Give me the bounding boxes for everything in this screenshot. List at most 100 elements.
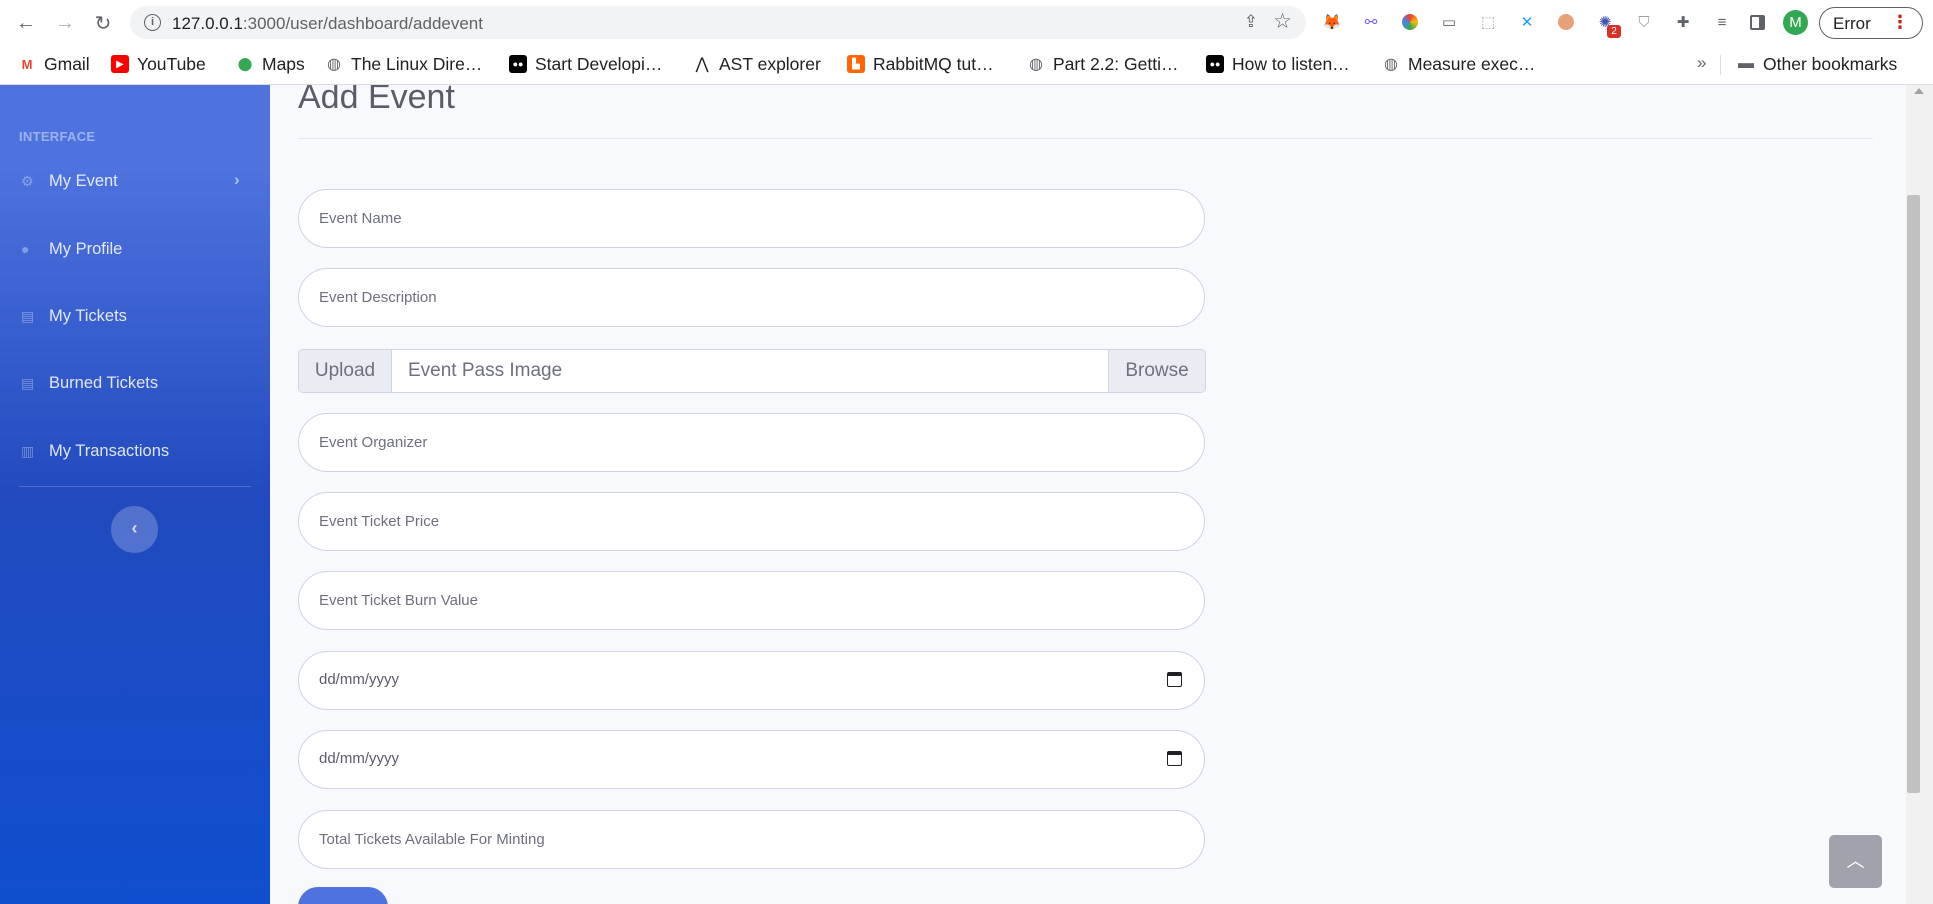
other-bookmarks-label: Other bookmarks (1763, 53, 1898, 74)
error-label: Error (1833, 14, 1871, 33)
bookmarks-bar: M Gmail ▶ YouTube ⬤ Maps ◍ The Linux Dire… ●… (0, 45, 1933, 85)
event-description-input[interactable] (300, 270, 1160, 325)
scroll-up-arrow-icon[interactable] (1914, 88, 1924, 94)
event-ticket-price-input[interactable] (300, 494, 1160, 549)
metamask-icon[interactable]: 🦊 (1321, 11, 1343, 33)
browse-button[interactable]: Browse (1108, 350, 1205, 392)
main-content: Add Event Upload Event Pass Image Browse… (270, 85, 1906, 904)
sidebar-item-burned-tickets[interactable]: ▤ Burned Tickets (0, 364, 270, 404)
bookmark-youtube[interactable]: ▶ YouTube (111, 52, 206, 76)
file-name-label[interactable]: Event Pass Image (408, 360, 562, 382)
bookmark-label: AST explorer (719, 53, 821, 74)
bookmark-label: Gmail (44, 53, 90, 74)
gmail-icon: M (21, 56, 33, 72)
other-bookmarks[interactable]: ▬ Other bookmarks (1737, 52, 1897, 76)
forward-icon[interactable]: → (51, 9, 79, 37)
page-viewport: INTERFACE ⚙ My Event › ● My Profile ▤ My… (0, 85, 1933, 904)
reload-icon[interactable]: ↻ (89, 9, 117, 37)
laptop-icon[interactable]: ▭ (1438, 11, 1460, 33)
bookmark-label: RabbitMQ tut… (873, 53, 994, 74)
bookmark-maps[interactable]: ⬤ Maps (236, 52, 305, 76)
sidebar-item-my-transactions[interactable]: ▥ My Transactions (0, 432, 270, 472)
back-icon[interactable]: ← (12, 9, 40, 37)
title-divider (298, 138, 1873, 139)
scroll-to-top-button[interactable]: ︿ (1829, 835, 1882, 888)
medium-icon: ●● (1206, 55, 1224, 73)
sidebar-item-my-profile[interactable]: ● My Profile (0, 230, 270, 270)
event-organizer-input[interactable] (300, 415, 1160, 470)
avatar-extension-icon[interactable] (1555, 11, 1577, 33)
sidebar-heading: INTERFACE (19, 129, 96, 144)
color-picker-icon[interactable] (1399, 11, 1421, 33)
maps-icon: ⬤ (237, 56, 253, 71)
browser-chrome: ← → ↻ i 127.0.0.1:3000/user/dashboard/ad… (0, 0, 1933, 85)
upload-label: Upload (299, 350, 392, 392)
puzzle-icon[interactable]: ✚ (1672, 11, 1694, 33)
url-host: 127.0.0.1 (172, 14, 243, 33)
bookmark-part-2-2[interactable]: ◍ Part 2.2: Getti… (1027, 52, 1178, 76)
event-ticket-price-field[interactable] (298, 492, 1205, 551)
profile-avatar[interactable]: M (1783, 10, 1808, 35)
total-tickets-field[interactable] (298, 810, 1205, 869)
event-ticket-burn-value-input[interactable] (300, 573, 1160, 628)
sidebar-divider (19, 486, 251, 487)
bookmark-measure-exec[interactable]: ◍ Measure exec… (1382, 52, 1535, 76)
ticket-icon: ▤ (21, 375, 35, 391)
bookmark-label: Start Developi… (535, 53, 663, 74)
bookmark-label: How to listen… (1232, 53, 1350, 74)
submit-button[interactable] (298, 887, 388, 904)
bookmark-how-to-listen[interactable]: ●● How to listen… (1206, 52, 1350, 76)
event-name-field[interactable] (298, 189, 1205, 248)
sidebar-item-my-tickets[interactable]: ▤ My Tickets (0, 297, 270, 337)
event-description-field[interactable] (298, 268, 1205, 327)
sidebar-item-label: My Event (49, 172, 118, 190)
screenshot-icon[interactable]: ⬚ (1477, 11, 1499, 33)
end-date-value[interactable]: dd/mm/yyyy (319, 750, 399, 767)
bookmark-start-developing[interactable]: ●● Start Developi… (509, 52, 662, 76)
page-title: Add Event (298, 85, 455, 116)
event-pass-image-upload[interactable]: Upload Event Pass Image Browse (298, 349, 1206, 393)
extension-flow-icon[interactable]: ⚯ (1360, 11, 1382, 33)
bookmark-label: Measure exec… (1408, 53, 1536, 74)
extension-badge: 2 (1607, 25, 1621, 38)
more-bookmarks-button[interactable]: » (1697, 53, 1706, 73)
x-extension-icon[interactable]: ✕ (1516, 11, 1538, 33)
globe-icon: ◍ (1029, 56, 1043, 73)
globe-icon: ◍ (327, 56, 341, 73)
side-panel-icon[interactable] (1746, 11, 1768, 33)
chevron-right-icon: › (234, 170, 240, 189)
bookmark-ast-explorer[interactable]: ⋀ AST explorer (693, 52, 821, 76)
bookmark-gmail[interactable]: M Gmail (18, 52, 90, 76)
ast-icon: ⋀ (695, 56, 709, 73)
scrollbar-thumb[interactable] (1907, 195, 1920, 793)
event-start-date-field[interactable]: dd/mm/yyyy (298, 651, 1205, 710)
share-icon[interactable]: ⇪ (1244, 12, 1258, 32)
site-info-icon[interactable]: i (144, 14, 161, 31)
event-name-input[interactable] (300, 191, 1160, 246)
start-date-value[interactable]: dd/mm/yyyy (319, 671, 399, 688)
bookmark-linux-dire[interactable]: ◍ The Linux Dire… (325, 52, 482, 76)
rabbitmq-icon: ▙ (847, 55, 865, 73)
chevron-up-icon: ︿ (1846, 851, 1865, 871)
error-button[interactable]: Error ⋮ (1819, 7, 1923, 39)
bookmark-label: YouTube (137, 53, 206, 74)
page-scrollbar[interactable] (1906, 85, 1933, 904)
url-path: :3000/user/dashboard/addevent (242, 14, 483, 33)
event-ticket-burn-value-field[interactable] (298, 571, 1205, 630)
sidebar-toggle-button[interactable]: ‹ (111, 506, 158, 553)
bookmark-star-icon[interactable]: ☆ (1273, 9, 1292, 34)
total-tickets-input[interactable] (300, 812, 1160, 867)
event-end-date-field[interactable]: dd/mm/yyyy (298, 730, 1205, 789)
shield-icon[interactable]: ⛉ (1633, 11, 1655, 33)
media-queue-icon[interactable]: ≡ (1711, 11, 1733, 33)
sidebar-item-my-event[interactable]: ⚙ My Event › (0, 162, 270, 202)
sidebar-item-label: My Transactions (49, 442, 170, 460)
bookmark-rabbitmq[interactable]: ▙ RabbitMQ tut… (847, 52, 994, 76)
gear-icon: ⚙ (21, 173, 34, 189)
calendar-icon[interactable] (1167, 672, 1182, 687)
kebab-menu-icon: ⋮ (1891, 12, 1909, 32)
calendar-icon[interactable] (1167, 751, 1182, 766)
url-text[interactable]: 127.0.0.1:3000/user/dashboard/addevent (172, 14, 483, 34)
event-organizer-field[interactable] (298, 413, 1205, 472)
address-bar[interactable]: i 127.0.0.1:3000/user/dashboard/addevent… (130, 6, 1306, 39)
